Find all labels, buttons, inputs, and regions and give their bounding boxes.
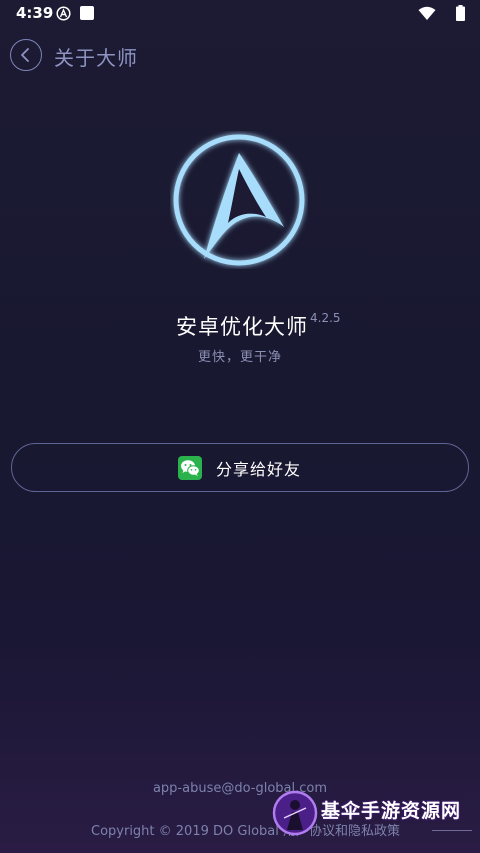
watermark: 基伞手游资源网 [268,784,480,853]
page-title: 关于大师 [54,46,138,70]
wechat-icon [178,456,202,480]
battery-icon [456,5,465,21]
wifi-icon [418,6,436,20]
copyright-text: Copyright © 2019 DO Global [91,824,279,839]
back-button[interactable] [10,39,42,71]
launcher-notification-icon [56,6,71,21]
app-version: 4.2.5 [310,311,341,325]
app-logo-icon [173,134,305,266]
chevron-left-icon [21,48,29,62]
share-button-label: 分享给好友 [216,460,302,479]
watermark-text: 基伞手游资源网 [321,800,462,822]
notification-square-icon [80,6,94,20]
app-slogan: 更快，更干净 [197,350,282,365]
watermark-divider [432,830,472,831]
status-time: 4:39 [16,4,54,22]
status-bar: 4:39 [0,0,480,28]
app-name: 安卓优化大师 [176,315,308,339]
watermark-logo-icon [272,790,318,836]
share-to-friends-button[interactable]: 分享给好友 [11,443,469,492]
